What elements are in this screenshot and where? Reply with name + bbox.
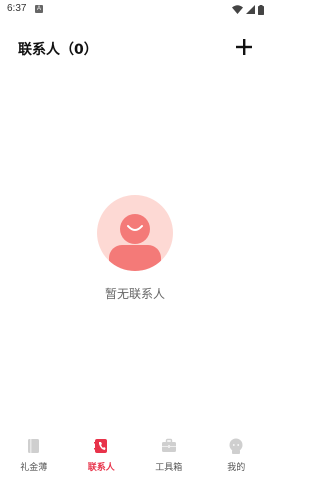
wifi-icon	[232, 5, 243, 14]
toolbox-icon	[161, 438, 176, 452]
tab-gift-book[interactable]: 礼金薄	[0, 428, 68, 480]
status-icons	[232, 4, 264, 15]
tab-label: 联系人	[87, 463, 115, 473]
status-bar: 6:37 A	[0, 0, 270, 20]
tab-toolbox[interactable]: 工具箱	[135, 428, 203, 480]
book-icon	[27, 439, 39, 453]
page-header: 联系人（0）	[0, 30, 270, 66]
tab-label: 工具箱	[155, 463, 183, 473]
add-contact-button[interactable]	[234, 37, 254, 57]
battery-icon	[258, 4, 264, 15]
empty-contact-illustration	[97, 195, 173, 271]
contacts-icon	[94, 439, 108, 453]
tab-label: 我的	[227, 463, 246, 473]
tab-profile[interactable]: 我的	[203, 428, 271, 480]
empty-message: 暂无联系人	[104, 287, 165, 301]
tab-label: 礼金薄	[20, 463, 48, 473]
tab-contacts[interactable]: 联系人	[68, 428, 136, 480]
profile-icon	[229, 438, 243, 454]
notification-icon: A	[35, 5, 43, 13]
bottom-tab-bar: 礼金薄 联系人 工具箱 我的	[0, 428, 270, 480]
status-time: 6:37	[7, 3, 27, 14]
signal-icon	[246, 5, 255, 14]
page-title: 联系人（0）	[18, 42, 98, 58]
